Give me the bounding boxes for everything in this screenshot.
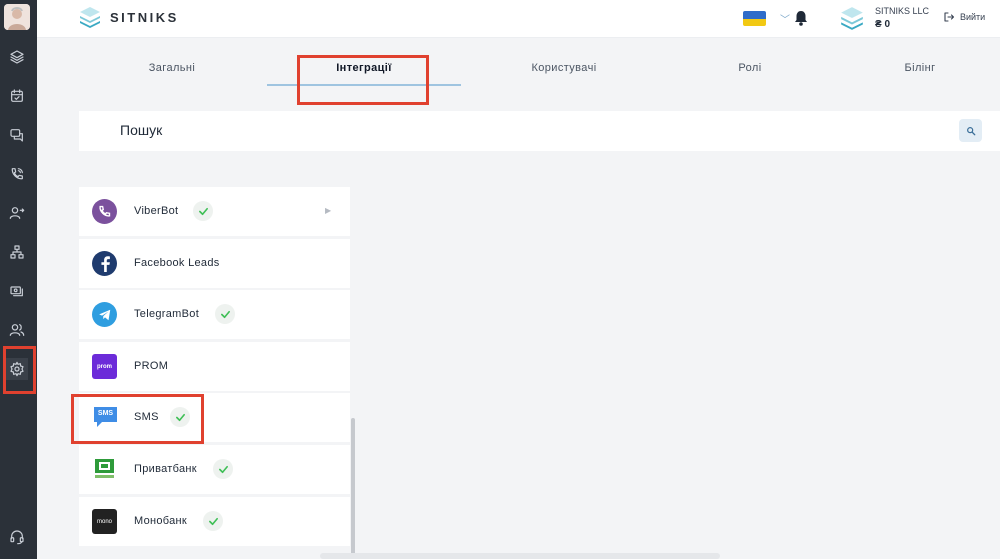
account-balance: ₴ 0	[875, 19, 891, 30]
check-icon	[213, 459, 233, 479]
prom-logo-text: prom	[97, 363, 112, 370]
search-button[interactable]	[959, 119, 982, 142]
brand-name: SITNIKS	[110, 9, 179, 25]
privatbank-icon	[92, 457, 117, 482]
chevron-right-icon[interactable]: ▶	[325, 206, 331, 215]
logout-label: Вийти	[960, 12, 986, 22]
user-arrow-icon[interactable]	[6, 202, 28, 224]
headset-support-icon[interactable]	[6, 526, 28, 548]
list-item-label: Facebook Leads	[134, 257, 220, 269]
sms-logo-text: SMS	[97, 410, 114, 417]
list-item-label: Монобанк	[134, 515, 188, 527]
list-scrollbar[interactable]	[351, 418, 355, 555]
sitniks-logo-icon	[80, 7, 100, 28]
tab-billing[interactable]: Білінг	[860, 62, 980, 74]
logout-icon	[944, 12, 955, 22]
facebook-icon	[92, 251, 117, 276]
avatar[interactable]	[4, 4, 30, 30]
list-item-prom[interactable]: prom PROM	[79, 342, 350, 391]
topbar: SITNIKS ﹀ SITNIKS LLC ₴ 0 Вийти	[37, 0, 1000, 38]
sidebar	[0, 0, 37, 559]
check-icon	[203, 511, 223, 531]
tab-users[interactable]: Користувачі	[478, 62, 650, 74]
chevron-down-icon[interactable]: ﹀	[780, 11, 790, 26]
telegram-icon	[92, 302, 117, 327]
sms-icon: SMS	[92, 405, 119, 430]
monobank-icon: mono	[92, 509, 117, 534]
ukraine-flag-icon[interactable]	[743, 11, 766, 26]
search-icon	[966, 126, 975, 135]
tab-integrations[interactable]: Інтеграції	[267, 62, 461, 74]
hierarchy-icon[interactable]	[6, 241, 28, 263]
brand-logo[interactable]: SITNIKS	[78, 5, 179, 29]
phone-call-icon[interactable]	[6, 163, 28, 185]
list-item-facebook-leads[interactable]: Facebook Leads	[79, 239, 350, 288]
integrations-list: ViberBot ▶ Facebook Leads TelegramBot pr…	[79, 175, 350, 559]
monobank-logo-text: mono	[96, 518, 112, 525]
logout-button[interactable]: Вийти	[943, 11, 985, 23]
search-bar	[79, 111, 1000, 151]
settings-gear-icon[interactable]	[6, 358, 28, 380]
list-item-label: SMS	[134, 411, 159, 423]
active-tab-indicator	[267, 84, 461, 86]
check-icon	[193, 201, 213, 221]
list-item-label: TelegramBot	[134, 308, 200, 320]
tab-general[interactable]: Загальні	[100, 62, 244, 74]
prom-icon: prom	[92, 354, 117, 379]
check-icon	[215, 304, 235, 324]
bottom-shadow	[320, 553, 720, 559]
check-icon	[170, 407, 190, 427]
list-item-label: PROM	[134, 360, 169, 372]
chat-icon[interactable]	[6, 124, 28, 146]
company-logo-icon[interactable]	[839, 5, 865, 36]
list-item-viberbot[interactable]: ViberBot ▶	[79, 187, 350, 236]
tab-roles[interactable]: Ролі	[690, 62, 810, 74]
money-stack-icon[interactable]	[6, 280, 28, 302]
list-item-label: ViberBot	[134, 205, 179, 217]
calendar-check-icon[interactable]	[6, 85, 28, 107]
bell-icon[interactable]	[794, 10, 808, 31]
list-item-label: Приватбанк	[134, 463, 197, 475]
company-name[interactable]: SITNIKS LLC	[875, 6, 929, 16]
list-item-telegrambot[interactable]: TelegramBot	[79, 290, 350, 339]
users-icon[interactable]	[6, 319, 28, 341]
layers-icon[interactable]	[6, 46, 28, 68]
list-item-monobank[interactable]: mono Монобанк	[79, 497, 350, 546]
list-item-sms[interactable]: SMS SMS	[79, 393, 350, 442]
viber-icon	[92, 199, 117, 224]
search-input[interactable]	[120, 122, 820, 138]
list-item-privatbank[interactable]: Приватбанк	[79, 445, 350, 494]
